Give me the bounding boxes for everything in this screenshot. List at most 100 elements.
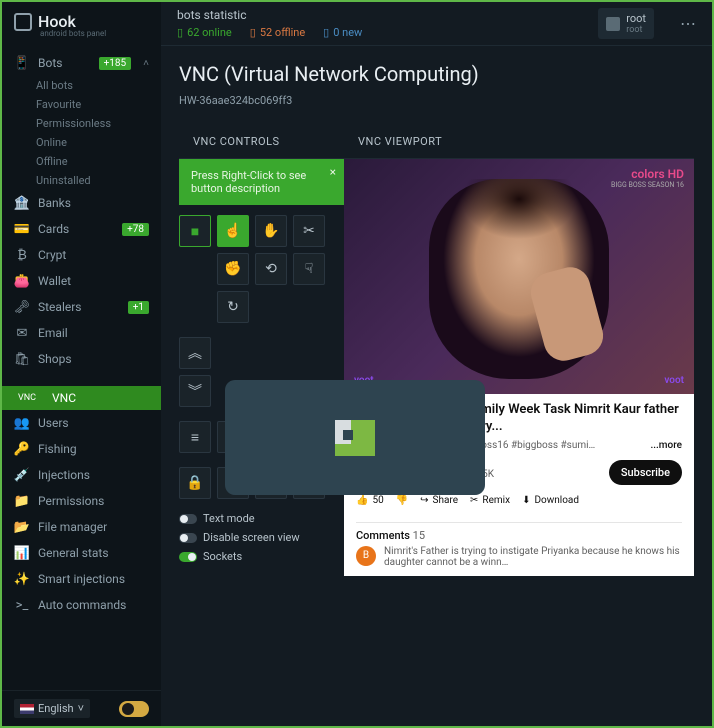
thumbs-up-icon: 👍: [356, 495, 368, 506]
nav-item[interactable]: 🛍Shops: [2, 346, 161, 372]
thumbs-down-icon: 👎: [396, 495, 408, 506]
nav-item[interactable]: VNCVNC: [2, 386, 161, 410]
theme-toggle[interactable]: [119, 701, 149, 717]
double-tap-button[interactable]: ✋: [255, 215, 287, 247]
download-button[interactable]: ⬇Download: [522, 495, 579, 506]
disable-screen-toggle[interactable]: [179, 533, 197, 543]
nav-sub-item[interactable]: Favourite: [2, 95, 161, 114]
nav-item[interactable]: ✨Smart injections: [2, 566, 161, 592]
user-menu[interactable]: root root: [598, 8, 654, 39]
toggle-label: Text mode: [203, 512, 255, 525]
nav-item[interactable]: 💳Cards+78: [2, 216, 161, 242]
nav-icon: 👥: [14, 415, 30, 431]
nav-label: Shops: [38, 352, 149, 366]
language-label: English: [38, 702, 74, 715]
lock1-button[interactable]: 🔒: [179, 467, 211, 499]
share-button[interactable]: ↪Share: [420, 495, 458, 506]
page-title: VNC (Virtual Network Computing): [179, 62, 694, 86]
nav-sub-item[interactable]: Online: [2, 133, 161, 152]
app-tagline: android bots panel: [28, 29, 161, 46]
tap-button[interactable]: ☝: [217, 215, 249, 247]
nav-sub-item[interactable]: Permissionless: [2, 114, 161, 133]
nav-item[interactable]: ₿Crypt: [2, 242, 161, 268]
text-mode-toggle[interactable]: [179, 514, 197, 524]
nav-icon: ✉: [14, 325, 30, 341]
nav-item[interactable]: 🔑Fishing: [2, 436, 161, 462]
toggle-label: Disable screen view: [203, 531, 300, 544]
language-selector[interactable]: English ˅: [14, 699, 90, 718]
avatar-icon: [606, 17, 620, 31]
nav-item[interactable]: 💉Injections: [2, 462, 161, 488]
nav-icon: 🏦: [14, 195, 30, 211]
comment-text: Nimrit's Father is trying to instigate P…: [384, 546, 682, 568]
nav-item[interactable]: 📁Permissions: [2, 488, 161, 514]
gesture3-button[interactable]: ☟: [293, 253, 325, 285]
nav-label: Injections: [38, 468, 149, 482]
nav-item[interactable]: 📊General stats: [2, 540, 161, 566]
nav-label: Permissions: [38, 494, 149, 508]
gesture4-button[interactable]: ↻: [217, 291, 249, 323]
channel-logo: colors HD: [631, 167, 684, 181]
flag-icon: [20, 704, 34, 714]
remix-button[interactable]: ✂Remix: [470, 495, 510, 506]
comment-row[interactable]: B Nimrit's Father is trying to instigate…: [356, 546, 682, 568]
gesture1-button[interactable]: ✊: [217, 253, 249, 285]
stat-online[interactable]: ▯62 online: [177, 26, 232, 39]
badge: +1: [128, 301, 149, 314]
nav-icon: ✨: [14, 571, 30, 587]
user-role: root: [626, 25, 646, 35]
badge: +78: [122, 223, 149, 236]
nav-sub-item[interactable]: All bots: [2, 76, 161, 95]
nav-item[interactable]: ✉Email: [2, 320, 161, 346]
phone-icon: 📱: [14, 55, 30, 71]
viewport-header: VNC VIEWPORT: [344, 125, 694, 159]
nav-label: Stealers: [38, 300, 120, 314]
scroll-up-button[interactable]: ︽: [179, 337, 211, 369]
gesture2-button[interactable]: ⟲: [255, 253, 287, 285]
nav-item[interactable]: 🗝 Stealers +1: [2, 294, 161, 320]
stat-new[interactable]: ▯0 new: [323, 26, 362, 39]
sockets-toggle[interactable]: [179, 552, 197, 562]
menu-button[interactable]: ≡: [179, 421, 211, 453]
dislike-button[interactable]: 👎: [396, 495, 408, 506]
phone-icon: ▯: [323, 26, 329, 39]
nav-item[interactable]: 🏦 Banks: [2, 190, 161, 216]
nav-label: Bots: [38, 56, 91, 70]
like-button[interactable]: 👍50: [356, 495, 384, 506]
cut-button[interactable]: ✂: [293, 215, 325, 247]
topbar-title: bots statistic: [177, 8, 362, 22]
nav-item[interactable]: >_Auto commands: [2, 592, 161, 618]
popup-logo-icon: [335, 420, 375, 456]
nav-label: Wallet: [38, 274, 149, 288]
more-link[interactable]: ...more: [650, 440, 682, 451]
nav-bots[interactable]: 📱 Bots +185 ˄: [2, 50, 161, 76]
scroll-down-button[interactable]: ︾: [179, 375, 211, 407]
nav: 📱 Bots +185 ˄ All botsFavouritePermissio…: [2, 46, 161, 690]
nav-item[interactable]: 📂File manager: [2, 514, 161, 540]
controls-header: VNC CONTROLS: [179, 125, 344, 159]
sidebar: Hook android bots panel 📱 Bots +185 ˄ Al…: [2, 2, 161, 726]
close-icon[interactable]: ×: [330, 165, 336, 179]
phone-icon: ▯: [177, 26, 183, 39]
nav-label: Crypt: [38, 248, 149, 262]
subscribe-button[interactable]: Subscribe: [609, 460, 682, 485]
nav-label: File manager: [38, 520, 149, 534]
share-icon: ↪: [420, 495, 428, 506]
nav-item[interactable]: 👥Users: [2, 410, 161, 436]
nav-label: Fishing: [38, 442, 149, 456]
viewport-content[interactable]: colors HD BIGG BOSS SEASON 16 voot voot …: [344, 159, 694, 576]
overlay-popup[interactable]: [225, 380, 485, 495]
badge: +185: [99, 57, 132, 70]
nav-label: Banks: [38, 196, 149, 210]
nav-sub-item[interactable]: Uninstalled: [2, 171, 161, 190]
stop-button[interactable]: ■: [179, 215, 211, 247]
device-id: HW-36aae324bc069ff3: [179, 94, 694, 107]
nav-icon: 🗝: [14, 299, 30, 315]
nav-sub-item[interactable]: Offline: [2, 152, 161, 171]
nav-item[interactable]: 👛Wallet: [2, 268, 161, 294]
controls-panel: VNC CONTROLS Press Right-Click to see bu…: [179, 125, 344, 576]
stat-offline[interactable]: ▯52 offline: [250, 26, 305, 39]
vnc-tag-icon: VNC: [14, 392, 40, 404]
more-menu[interactable]: ⋯: [680, 14, 696, 33]
comments-label: Comments: [356, 529, 410, 542]
